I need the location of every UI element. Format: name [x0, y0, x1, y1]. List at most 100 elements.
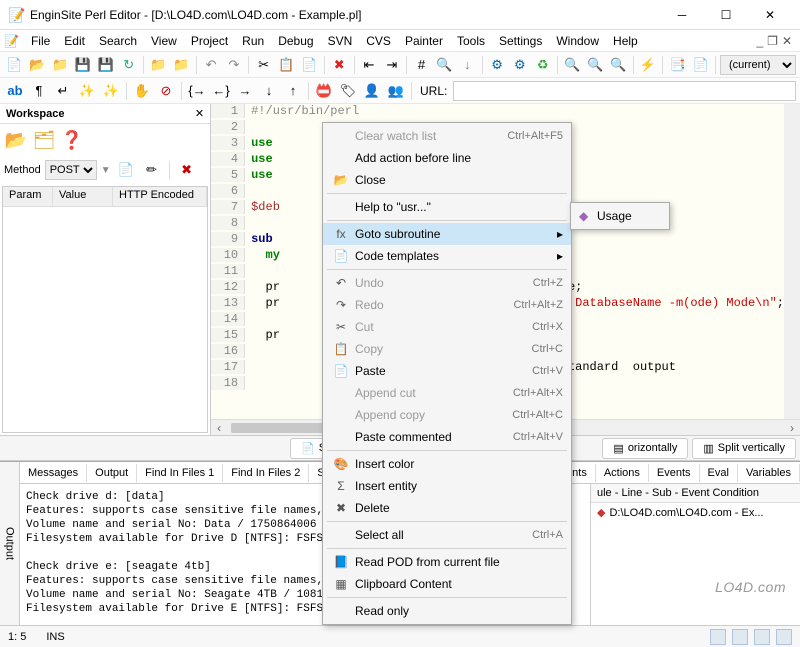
- save-button[interactable]: 💾: [73, 54, 94, 76]
- param-table[interactable]: Param Value HTTP Encoded: [2, 186, 208, 433]
- refresh-button[interactable]: ↻: [118, 54, 139, 76]
- hash-button[interactable]: #: [411, 54, 432, 76]
- menu-file[interactable]: File: [25, 32, 56, 50]
- bracket-in-icon[interactable]: {→: [186, 80, 208, 102]
- paste-button[interactable]: 📄: [299, 54, 320, 76]
- gear-button[interactable]: ⚙: [487, 54, 508, 76]
- users-icon[interactable]: 👥: [385, 80, 407, 102]
- add-param-icon[interactable]: 📄: [115, 159, 137, 181]
- menu-project[interactable]: Project: [185, 32, 234, 50]
- ctx-read-pod-from-current-file[interactable]: 📘Read POD from current file: [323, 551, 571, 573]
- col-param[interactable]: Param: [3, 187, 53, 206]
- ctx-insert-color[interactable]: 🎨Insert color: [323, 453, 571, 475]
- menu-painter[interactable]: Painter: [399, 32, 449, 50]
- menu-edit[interactable]: Edit: [58, 32, 91, 50]
- hand-icon[interactable]: ✋: [131, 80, 153, 102]
- undo-button[interactable]: ↶: [201, 54, 222, 76]
- stack-icon[interactable]: 🗂: [32, 128, 56, 152]
- context-combo[interactable]: (current): [720, 55, 796, 75]
- mdi-close-icon[interactable]: ✕: [782, 34, 792, 48]
- arrow-down-icon[interactable]: ↓: [258, 80, 280, 102]
- wand2-icon[interactable]: ✨: [100, 80, 122, 102]
- para-icon[interactable]: ¶: [28, 80, 50, 102]
- outdent-button[interactable]: ⇤: [359, 54, 380, 76]
- url-input[interactable]: [453, 81, 796, 101]
- bottom-tab-events[interactable]: Events: [649, 464, 700, 482]
- workspace-close-icon[interactable]: ✕: [195, 107, 204, 120]
- bottom-tab-messages[interactable]: Messages: [20, 464, 87, 482]
- menu-cvs[interactable]: CVS: [360, 32, 397, 50]
- redo-button[interactable]: ↷: [223, 54, 244, 76]
- mdi-restore-icon[interactable]: ❐: [767, 34, 778, 48]
- menu-debug[interactable]: Debug: [272, 32, 319, 50]
- tray-icon-1[interactable]: [710, 629, 726, 645]
- zoom-in-button[interactable]: 🔍: [562, 54, 583, 76]
- ctx-read-only[interactable]: Read only: [323, 600, 571, 622]
- ctx-paste[interactable]: 📄PasteCtrl+V: [323, 360, 571, 382]
- indent-button[interactable]: ⇥: [381, 54, 402, 76]
- ctx-insert-entity[interactable]: ΣInsert entity: [323, 475, 571, 497]
- new-button[interactable]: 📄: [4, 54, 25, 76]
- badge-icon[interactable]: 📛: [313, 80, 335, 102]
- context-menu[interactable]: Clear watch listCtrl+Alt+F5Add action be…: [322, 122, 572, 625]
- help-icon[interactable]: ❓: [60, 128, 84, 152]
- no-icon[interactable]: ⊘: [155, 80, 177, 102]
- method-select[interactable]: POST: [45, 160, 97, 180]
- submenu-usage[interactable]: ◆ Usage: [571, 205, 669, 227]
- bottom-tab-actions[interactable]: Actions: [596, 464, 649, 482]
- arrow-right-icon[interactable]: →: [234, 80, 256, 102]
- context-submenu[interactable]: ◆ Usage: [570, 202, 670, 230]
- tray-icon-2[interactable]: [732, 629, 748, 645]
- wand-icon[interactable]: ✨: [76, 80, 98, 102]
- bracket-out-icon[interactable]: ←}: [210, 80, 232, 102]
- gear-down-button[interactable]: ⚙: [509, 54, 530, 76]
- cut-button[interactable]: ✂: [253, 54, 274, 76]
- bottom-tab-find-in-files-1[interactable]: Find In Files 1: [137, 464, 223, 482]
- ctx-clipboard-content[interactable]: ▦Clipboard Content: [323, 573, 571, 595]
- find-button[interactable]: 🔍: [434, 54, 455, 76]
- folder-1-button[interactable]: 📁: [148, 54, 169, 76]
- minimize-button[interactable]: ─: [660, 0, 704, 30]
- split-vertical-tab[interactable]: ▥Split vertically: [692, 438, 796, 459]
- tray-icon-4[interactable]: [776, 629, 792, 645]
- close-button[interactable]: ✕: [748, 0, 792, 30]
- open-project-button[interactable]: 📁: [50, 54, 71, 76]
- next-button[interactable]: ↓: [457, 54, 478, 76]
- maximize-button[interactable]: ☐: [704, 0, 748, 30]
- mdi-minimize-icon[interactable]: _: [756, 34, 763, 48]
- badge2-icon[interactable]: 🏷: [337, 80, 359, 102]
- del-param-icon[interactable]: ✖: [176, 159, 198, 181]
- edit-param-icon[interactable]: ✏: [141, 159, 163, 181]
- bottom-tab-output[interactable]: Output: [87, 464, 137, 483]
- menu-svn[interactable]: SVN: [322, 32, 359, 50]
- menu-view[interactable]: View: [145, 32, 183, 50]
- copy-doc-button[interactable]: 📑: [667, 54, 688, 76]
- lightning-button[interactable]: ⚡: [638, 54, 659, 76]
- copy-button[interactable]: 📋: [276, 54, 297, 76]
- wrap-icon[interactable]: ↵: [52, 80, 74, 102]
- ctx-goto-subroutine[interactable]: fxGoto subroutine▸: [323, 223, 571, 245]
- split-horizontal-tab[interactable]: ▤orizontally: [602, 438, 688, 459]
- doc-button[interactable]: 📄: [690, 54, 711, 76]
- folder-icon[interactable]: 📂: [4, 128, 28, 152]
- menu-window[interactable]: Window: [550, 32, 605, 50]
- tray-icon-3[interactable]: [754, 629, 770, 645]
- ctx-select-all[interactable]: Select allCtrl+A: [323, 524, 571, 546]
- ctx-help-to-usr-[interactable]: Help to "usr...": [323, 196, 571, 218]
- bottom-tab-find-in-files-2[interactable]: Find In Files 2: [223, 464, 309, 482]
- col-http[interactable]: HTTP Encoded: [113, 187, 207, 206]
- zoom-out-button[interactable]: 🔍: [585, 54, 606, 76]
- zoom-fit-button[interactable]: 🔍: [608, 54, 629, 76]
- ctx-close[interactable]: 📂Close: [323, 169, 571, 191]
- ctx-add-action-before-line[interactable]: Add action before line: [323, 147, 571, 169]
- menu-run[interactable]: Run: [236, 32, 270, 50]
- open-button[interactable]: 📂: [27, 54, 48, 76]
- menu-tools[interactable]: Tools: [451, 32, 491, 50]
- scrollbar-vertical[interactable]: [784, 104, 800, 419]
- ctx-code-templates[interactable]: 📄Code templates▸: [323, 245, 571, 267]
- arrow-up-icon[interactable]: ↑: [282, 80, 304, 102]
- menu-search[interactable]: Search: [93, 32, 143, 50]
- text-tool-icon[interactable]: ab: [4, 80, 26, 102]
- output-side-tab[interactable]: Output: [0, 462, 20, 625]
- ctx-delete[interactable]: ✖Delete: [323, 497, 571, 519]
